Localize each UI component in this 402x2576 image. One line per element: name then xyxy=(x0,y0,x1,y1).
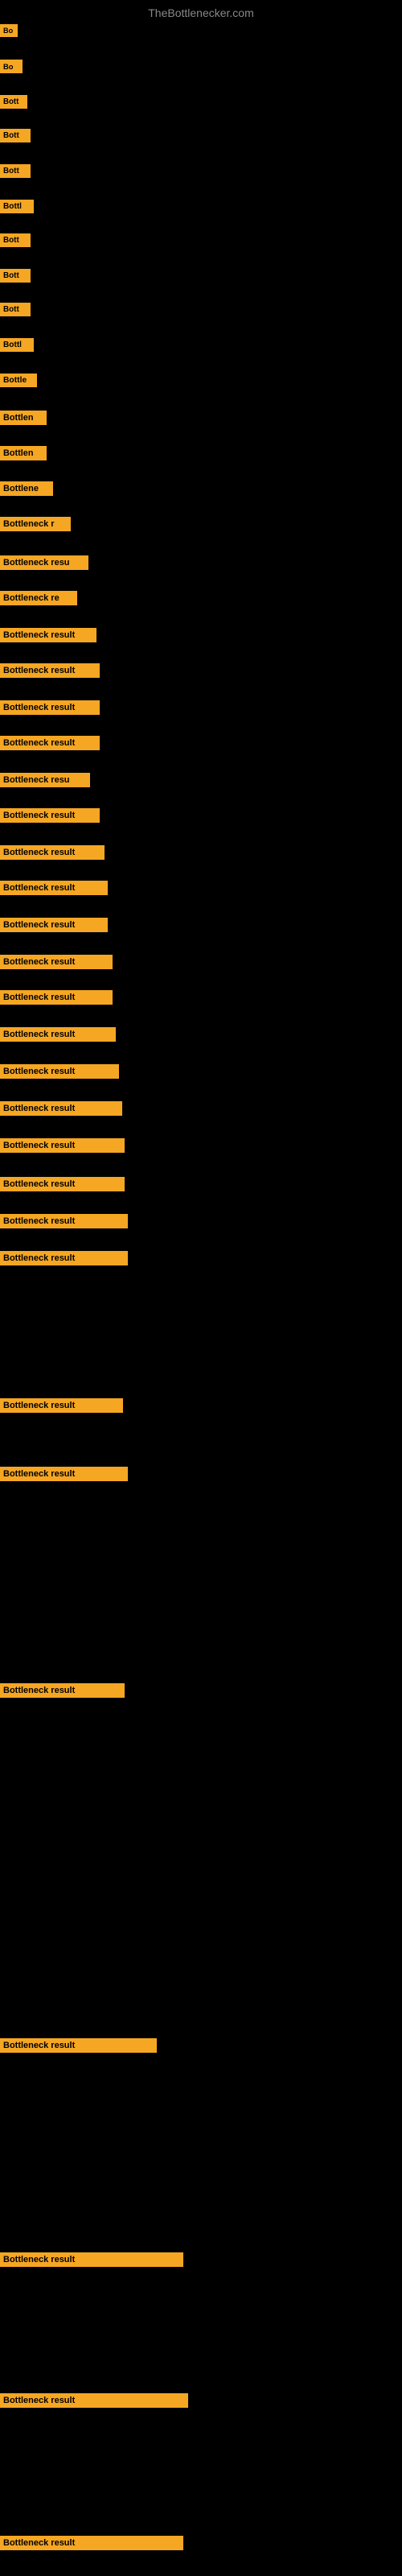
list-item: Bottleneck result xyxy=(0,1175,125,1193)
list-item: Bottleneck result xyxy=(0,953,113,971)
bottleneck-result-label: Bottleneck result xyxy=(0,2536,183,2550)
bottleneck-result-label: Bottleneck result xyxy=(0,1251,128,1265)
list-item: Bottlene xyxy=(0,480,53,497)
bottleneck-result-label: Bott xyxy=(0,164,31,178)
bottleneck-result-label: Bottleneck result xyxy=(0,736,100,750)
list-item: Bottleneck result xyxy=(0,1249,128,1267)
list-item: Bottleneck resu xyxy=(0,771,90,789)
list-item: Bott xyxy=(0,93,27,110)
bottleneck-result-label: Bottleneck result xyxy=(0,2393,188,2408)
list-item: Bottleneck result xyxy=(0,879,108,897)
site-title: TheBottlenecker.com xyxy=(0,0,402,23)
list-item: Bottleneck result xyxy=(0,1212,128,1230)
list-item: Bottleneck result xyxy=(0,916,108,934)
list-item: Bott xyxy=(0,232,31,249)
bottleneck-result-label: Bottleneck result xyxy=(0,808,100,823)
list-item: Bottleneck result xyxy=(0,989,113,1006)
bottleneck-result-label: Bottle xyxy=(0,374,37,387)
bottleneck-result-label: Bottleneck result xyxy=(0,918,108,932)
bottleneck-result-label: Bottleneck result xyxy=(0,2038,157,2053)
list-item: Bottleneck result xyxy=(0,1397,123,1414)
list-item: Bottleneck result xyxy=(0,1137,125,1154)
bottleneck-result-label: Bottleneck result xyxy=(0,845,105,860)
list-item: Bottleneck result xyxy=(0,626,96,644)
list-item: Bo xyxy=(0,58,23,75)
list-item: Bottleneck result xyxy=(0,2251,183,2268)
list-item: Bottlen xyxy=(0,409,47,427)
list-item: Bottlen xyxy=(0,444,47,462)
bottleneck-result-label: Bott xyxy=(0,303,31,316)
list-item: Bottleneck result xyxy=(0,699,100,716)
bottleneck-result-label: Bottleneck result xyxy=(0,1683,125,1698)
list-item: Bottl xyxy=(0,336,34,353)
list-item: Bottl xyxy=(0,198,34,215)
list-item: Bottleneck result xyxy=(0,2534,183,2552)
bottleneck-result-label: Bott xyxy=(0,129,31,142)
bottleneck-result-label: Bottleneck result xyxy=(0,1138,125,1153)
bottleneck-result-label: Bottleneck result xyxy=(0,1214,128,1228)
bottleneck-result-label: Bottleneck re xyxy=(0,591,77,605)
list-item: Bott xyxy=(0,301,31,318)
bottleneck-result-label: Bo xyxy=(0,60,23,73)
list-item: Bottleneck result xyxy=(0,1063,119,1080)
list-item: Bottle xyxy=(0,372,37,389)
list-item: Bo xyxy=(0,23,18,39)
list-item: Bott xyxy=(0,267,31,284)
bottleneck-result-label: Bottleneck r xyxy=(0,517,71,531)
bottleneck-result-label: Bottleneck result xyxy=(0,881,108,895)
list-item: Bottleneck result xyxy=(0,1026,116,1043)
bottleneck-result-label: Bott xyxy=(0,269,31,283)
bottleneck-result-label: Bottl xyxy=(0,338,34,352)
bottleneck-result-label: Bottleneck resu xyxy=(0,773,90,787)
list-item: Bottleneck result xyxy=(0,807,100,824)
bottleneck-result-label: Bottleneck result xyxy=(0,955,113,969)
bottleneck-result-label: Bottleneck result xyxy=(0,1101,122,1116)
list-item: Bottleneck result xyxy=(0,662,100,679)
list-item: Bottleneck result xyxy=(0,2392,188,2409)
bottleneck-result-label: Bottleneck result xyxy=(0,628,96,642)
list-item: Bottleneck result xyxy=(0,734,100,752)
list-item: Bottleneck result xyxy=(0,2037,157,2054)
bottleneck-result-label: Bottleneck result xyxy=(0,1177,125,1191)
bottleneck-result-label: Bottleneck result xyxy=(0,2252,183,2267)
list-item: Bott xyxy=(0,127,31,144)
bottleneck-result-label: Bott xyxy=(0,233,31,247)
bottleneck-result-label: Bottleneck result xyxy=(0,990,113,1005)
bottleneck-result-label: Bottl xyxy=(0,200,34,213)
bottleneck-result-label: Bottleneck result xyxy=(0,1467,128,1481)
bottleneck-result-label: Bottleneck result xyxy=(0,663,100,678)
list-item: Bottleneck re xyxy=(0,589,77,607)
bottleneck-result-label: Bottleneck result xyxy=(0,1398,123,1413)
list-item: Bottleneck resu xyxy=(0,554,88,572)
bottleneck-result-label: Bottleneck resu xyxy=(0,555,88,570)
list-item: Bottleneck result xyxy=(0,844,105,861)
list-item: Bottleneck result xyxy=(0,1682,125,1699)
list-item: Bottleneck r xyxy=(0,515,71,533)
list-item: Bottleneck result xyxy=(0,1465,128,1483)
bottleneck-result-label: Bottleneck result xyxy=(0,1064,119,1079)
bottleneck-result-label: Bott xyxy=(0,95,27,109)
bottleneck-result-label: Bottlen xyxy=(0,411,47,425)
list-item: Bottleneck result xyxy=(0,1100,122,1117)
bottleneck-result-label: Bottleneck result xyxy=(0,700,100,715)
bottleneck-result-label: Bottlen xyxy=(0,446,47,460)
bottleneck-result-label: Bottlene xyxy=(0,481,53,496)
list-item: Bott xyxy=(0,163,31,180)
bottleneck-result-label: Bottleneck result xyxy=(0,1027,116,1042)
bottleneck-result-label: Bo xyxy=(0,24,18,37)
